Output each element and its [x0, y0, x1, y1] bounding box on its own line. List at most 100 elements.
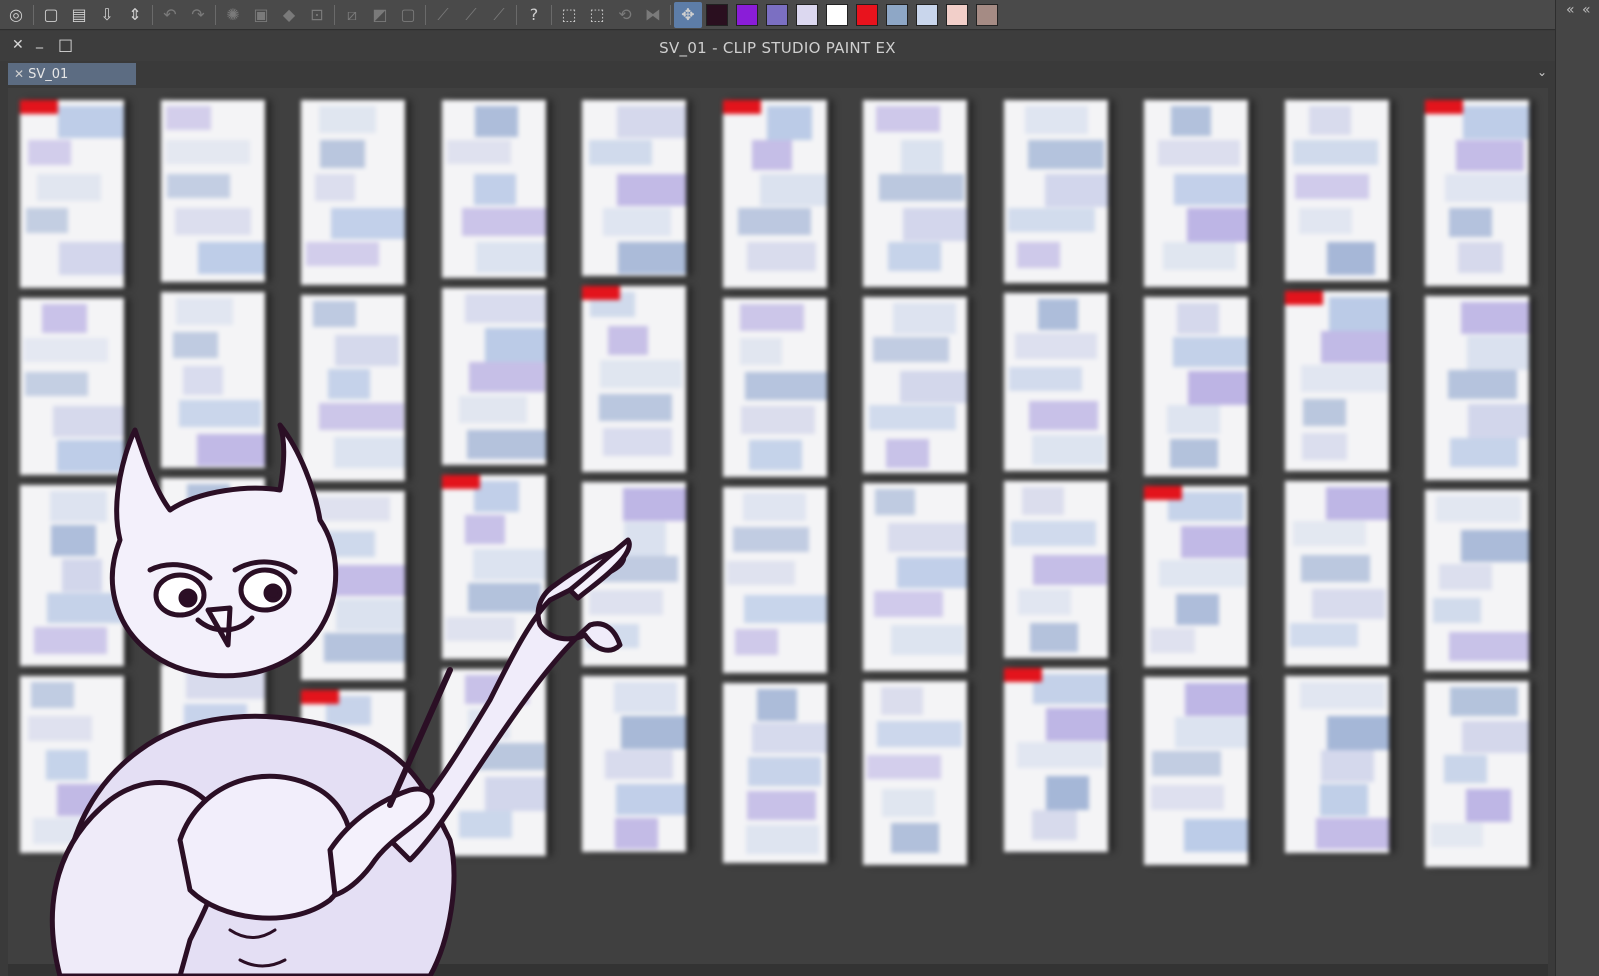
- panel-sketch: [1010, 521, 1096, 546]
- page-thumbnail[interactable]: [1003, 100, 1108, 283]
- deselect-icon[interactable]: ⧄: [338, 2, 366, 28]
- page-thumbnail[interactable]: [1284, 100, 1389, 281]
- panel-sketch: [37, 174, 101, 201]
- page-thumbnail[interactable]: [1425, 100, 1529, 286]
- panel-sketch: [1037, 299, 1078, 330]
- select-all-icon[interactable]: ⬚: [583, 2, 611, 28]
- panel-sketch: [867, 755, 941, 779]
- page-thumbnail[interactable]: [441, 100, 546, 278]
- red-mark: [722, 100, 761, 114]
- page-thumbnail[interactable]: [1003, 668, 1108, 852]
- red-mark: [1003, 668, 1042, 682]
- new-file-icon[interactable]: ▢: [37, 2, 65, 28]
- page-thumbnail[interactable]: [1425, 296, 1529, 480]
- undo-icon[interactable]: ↶: [156, 2, 184, 28]
- transform-icon[interactable]: ⟲: [611, 2, 639, 28]
- page-thumbnail[interactable]: [1144, 297, 1248, 476]
- color-swatch[interactable]: [736, 3, 758, 26]
- page-thumbnail[interactable]: [722, 683, 827, 863]
- page-thumbnail[interactable]: [1284, 481, 1389, 666]
- page-thumbnail[interactable]: [301, 100, 405, 285]
- open-file-icon[interactable]: ▤: [65, 2, 93, 28]
- page-thumbnail[interactable]: [20, 100, 124, 288]
- save-dropdown-icon[interactable]: ⇕: [121, 2, 149, 28]
- panel-sketch: [1188, 371, 1248, 405]
- clear-outside-icon[interactable]: ▣: [247, 2, 275, 28]
- page-thumbnail[interactable]: [1284, 676, 1389, 853]
- panel-sketch: [901, 140, 943, 173]
- select-layer-icon[interactable]: ⬚: [555, 2, 583, 28]
- panel-sketch: [26, 208, 68, 233]
- snap-special-icon[interactable]: ⟋: [457, 2, 485, 28]
- color-swatch[interactable]: [856, 3, 878, 26]
- color-swatch[interactable]: [826, 3, 848, 26]
- page-thumbnail[interactable]: [722, 100, 827, 288]
- border-icon[interactable]: ▢: [394, 2, 422, 28]
- panel-sketch: [900, 371, 967, 403]
- panel-sketch: [1445, 174, 1529, 202]
- color-swatch[interactable]: [976, 3, 998, 26]
- collapse-panel-icon[interactable]: «: [1566, 2, 1575, 18]
- page-thumbnail[interactable]: [1144, 677, 1248, 865]
- panel-sketch: [1150, 628, 1195, 653]
- tab-list-chevron-down-icon[interactable]: ⌄: [1537, 65, 1547, 79]
- panel-sketch: [746, 242, 816, 271]
- toolbar-separator: [334, 4, 335, 25]
- panel-sketch: [1171, 106, 1211, 136]
- move-icon[interactable]: ✥: [674, 1, 702, 28]
- page-thumbnail[interactable]: [863, 483, 967, 671]
- page-thumbnail[interactable]: [582, 100, 686, 276]
- page-thumbnail[interactable]: [1284, 291, 1389, 471]
- panel-sketch: [745, 825, 819, 854]
- toolbar-separator: [33, 4, 34, 25]
- fill-icon[interactable]: ◆: [275, 2, 303, 28]
- page-thumbnail[interactable]: [863, 100, 967, 287]
- color-swatch[interactable]: [766, 3, 788, 26]
- page-thumbnail[interactable]: [1144, 486, 1248, 667]
- page-thumbnail[interactable]: [722, 298, 827, 477]
- page-thumbnail[interactable]: [1003, 293, 1108, 471]
- panel-sketch: [1456, 140, 1524, 171]
- invert-selection-icon[interactable]: ◩: [366, 2, 394, 28]
- save-file-icon[interactable]: ⇩: [93, 2, 121, 28]
- page-thumbnail[interactable]: [722, 487, 827, 673]
- page-thumbnail[interactable]: [863, 297, 967, 473]
- panel-sketch: [1044, 174, 1108, 207]
- erase-selection-icon[interactable]: ✺: [219, 2, 247, 28]
- panel-sketch: [1181, 526, 1248, 558]
- panel-sketch: [1292, 521, 1366, 546]
- color-swatch[interactable]: [916, 3, 938, 26]
- color-swatch[interactable]: [946, 3, 968, 26]
- app-menu-icon[interactable]: ◎: [2, 2, 30, 28]
- panel-sketch: [877, 721, 962, 747]
- panel-sketch: [1028, 401, 1098, 430]
- page-thumbnail[interactable]: [1425, 681, 1529, 867]
- document-tab[interactable]: ✕ SV_01: [8, 63, 136, 85]
- panel-sketch: [1032, 674, 1108, 704]
- color-swatch[interactable]: [886, 3, 908, 26]
- page-thumbnail[interactable]: [1003, 481, 1108, 658]
- panel-sketch: [1159, 560, 1246, 587]
- command-bar: ◎ ▢ ▤ ⇩ ⇕ ↶ ↷ ✺ ▣ ◆ ⊡ ⧄ ◩ ▢ ⟋ ⟋ ⟋? ⬚ ⬚ ⟲ ⧓ ✥: [0, 0, 1555, 30]
- close-tab-icon[interactable]: ✕: [14, 67, 24, 81]
- panel-sketch: [1289, 623, 1358, 647]
- page-thumbnail[interactable]: [863, 681, 967, 865]
- page-thumbnail[interactable]: [160, 100, 265, 282]
- panel-sketch: [747, 757, 821, 786]
- panel-sketch: [600, 360, 682, 388]
- flip-icon[interactable]: ⧓: [639, 2, 667, 28]
- help-icon[interactable]: ?: [520, 2, 548, 28]
- collapse-panel-icon[interactable]: «: [1582, 2, 1591, 18]
- toolbar-separator: [516, 4, 517, 25]
- panel-sketch: [1027, 140, 1104, 169]
- page-thumbnail[interactable]: [1425, 490, 1529, 671]
- redo-icon[interactable]: ↷: [184, 2, 212, 28]
- color-swatch[interactable]: [796, 3, 818, 26]
- panel-sketch: [1450, 687, 1518, 716]
- page-thumbnail[interactable]: [1144, 100, 1248, 287]
- snap-ruler-icon[interactable]: ⟋: [429, 2, 457, 28]
- scale-icon[interactable]: ⊡: [303, 2, 331, 28]
- color-swatch[interactable]: [706, 3, 728, 26]
- snap-grid-icon[interactable]: ⟋: [485, 2, 513, 28]
- panel-sketch: [617, 174, 686, 206]
